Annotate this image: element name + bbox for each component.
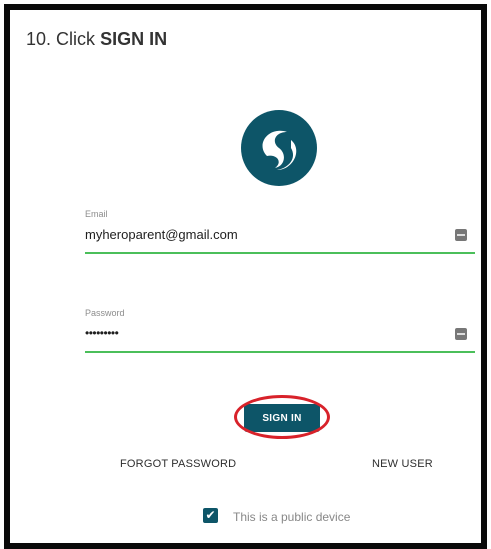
checkmark-icon: ✔ [205, 508, 216, 522]
email-underline [85, 252, 475, 254]
email-field[interactable]: myheroparent@gmail.com [85, 227, 238, 242]
step-target: SIGN IN [100, 29, 168, 49]
new-user-link[interactable]: NEW USER [372, 458, 433, 470]
app-logo-icon [241, 110, 317, 186]
password-underline [85, 351, 475, 353]
step-number: 10. [26, 29, 52, 49]
step-verb: Click [56, 29, 96, 49]
forgot-password-link[interactable]: FORGOT PASSWORD [120, 458, 236, 470]
password-manager-key-icon[interactable] [455, 328, 467, 340]
step-instruction: 10. Click SIGN IN [26, 29, 167, 50]
password-manager-key-icon[interactable] [455, 229, 467, 241]
email-label: Email [85, 209, 108, 219]
password-field[interactable]: ••••••••• [85, 326, 119, 340]
sign-in-button[interactable]: SIGN IN [244, 404, 320, 432]
password-label: Password [85, 308, 125, 318]
public-device-label: This is a public device [233, 510, 351, 524]
public-device-checkbox[interactable]: ✔ [203, 508, 218, 523]
